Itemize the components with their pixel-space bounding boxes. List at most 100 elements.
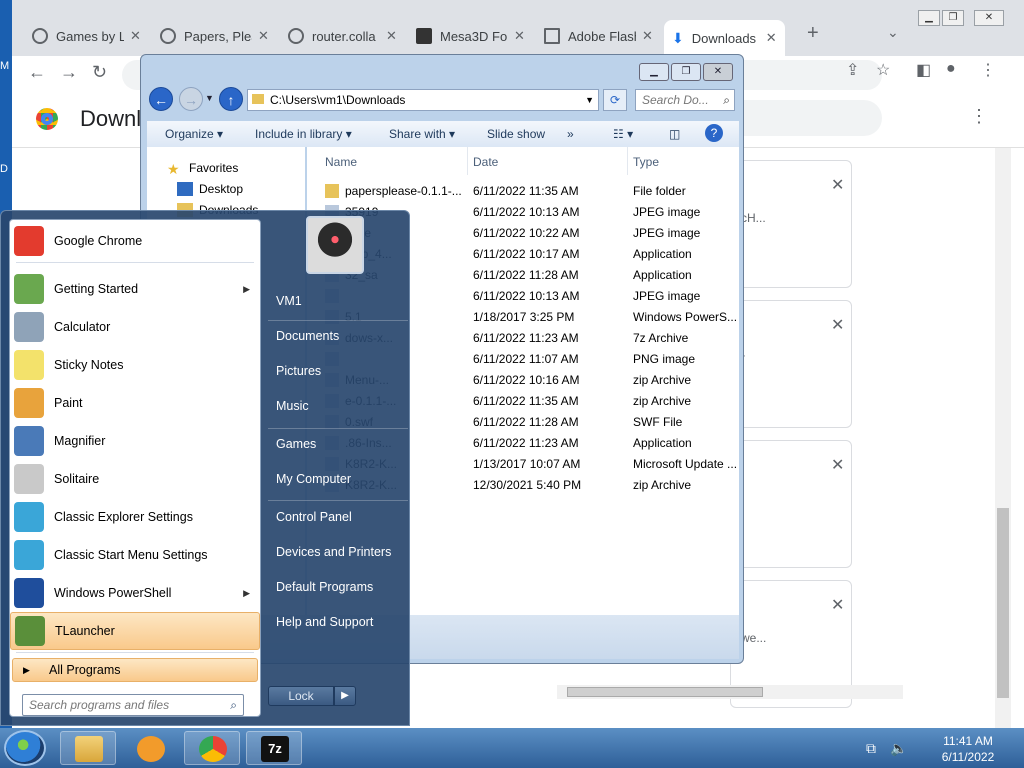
more-commands-button[interactable]: » xyxy=(567,127,574,141)
include-in-library-menu[interactable]: Include in library ▾ xyxy=(255,127,352,141)
forward-icon[interactable]: → xyxy=(60,62,78,83)
file-date: 6/11/2022 10:13 AM xyxy=(473,205,580,219)
slide-show-button[interactable]: Slide show xyxy=(487,127,545,141)
sticky-notes-icon xyxy=(14,350,44,380)
minimize-button[interactable]: ▁ xyxy=(639,63,669,81)
minimize-button[interactable]: ▁ xyxy=(918,10,940,26)
back-icon[interactable]: ← xyxy=(28,62,46,83)
start-right-item[interactable]: Devices and Printers xyxy=(276,545,391,559)
column-name[interactable]: Name xyxy=(325,155,357,169)
tab-search-chevron-icon[interactable]: ⌄ xyxy=(887,24,899,41)
close-icon[interactable]: ✕ xyxy=(766,30,777,46)
program-item[interactable]: TLauncher xyxy=(10,612,260,650)
column-date[interactable]: Date xyxy=(473,155,498,169)
close-icon[interactable]: ✕ xyxy=(514,28,525,44)
page-scrollbar[interactable] xyxy=(995,148,1011,728)
close-icon[interactable]: ✕ xyxy=(831,315,844,335)
tab-papers[interactable]: Papers, Plea ✕ xyxy=(152,20,277,52)
column-type[interactable]: Type xyxy=(633,155,659,169)
system-clock[interactable]: 11:41 AM 6/11/2022 xyxy=(930,733,1006,765)
side-panel-icon[interactable]: ◧ xyxy=(916,60,931,80)
reload-icon[interactable]: ↻ xyxy=(92,62,107,83)
search-input[interactable]: Search Do... ⌕ xyxy=(635,89,735,111)
recent-pages-chevron-icon[interactable]: ▼ xyxy=(205,93,214,103)
program-item[interactable]: Getting Started ▶ xyxy=(10,270,260,308)
close-window-button[interactable]: ✕ xyxy=(703,63,733,81)
downloads-menu-icon[interactable]: ⋮ xyxy=(970,106,988,127)
program-item[interactable]: Solitaire xyxy=(10,460,260,498)
menu-icon[interactable]: ⋮ xyxy=(980,60,996,80)
lock-button[interactable]: Lock xyxy=(268,686,334,706)
start-right-item[interactable]: Music xyxy=(276,399,309,413)
taskbar-explorer-button[interactable] xyxy=(60,731,116,765)
up-icon[interactable]: ↑ xyxy=(219,87,243,111)
tab-mesa3d[interactable]: Mesa3D Fo ✕ xyxy=(408,20,533,52)
search-programs-input[interactable]: Search programs and files ⌕ xyxy=(22,694,244,716)
preview-pane-icon[interactable]: ◫ xyxy=(669,127,680,141)
start-right-item[interactable]: Pictures xyxy=(276,364,321,378)
help-icon[interactable]: ? xyxy=(705,124,723,142)
file-date: 6/11/2022 10:17 AM xyxy=(473,247,580,261)
globe-icon xyxy=(160,28,176,44)
power-options-arrow-icon[interactable]: ▶ xyxy=(334,686,356,706)
scrollbar-thumb[interactable] xyxy=(997,508,1009,698)
taskbar-media-player-button[interactable] xyxy=(122,731,178,765)
organize-menu[interactable]: Organize ▾ xyxy=(165,127,223,141)
tab-downloads[interactable]: ⬇ Downloads ✕ xyxy=(664,20,785,56)
profile-icon[interactable]: ● xyxy=(946,60,956,78)
window-controls: ▁ ❐ ✕ xyxy=(637,63,733,81)
calculator-icon xyxy=(14,312,44,342)
start-menu: Google Chrome Getting Started ▶ Calculator S… xyxy=(0,210,410,726)
program-item[interactable]: Calculator xyxy=(10,308,260,346)
file-date: 6/11/2022 11:35 AM xyxy=(473,184,579,198)
close-icon[interactable]: ✕ xyxy=(831,175,844,195)
start-right-item[interactable]: Help and Support xyxy=(276,615,373,629)
back-icon[interactable]: ← xyxy=(149,87,173,111)
tab-router[interactable]: router.colla ✕ xyxy=(280,20,405,52)
chevron-down-icon[interactable]: ▼ xyxy=(585,90,594,110)
close-icon[interactable]: ✕ xyxy=(258,28,269,44)
program-item[interactable]: Sticky Notes xyxy=(10,346,260,384)
start-right-item[interactable]: Default Programs xyxy=(276,580,373,594)
start-right-item[interactable]: Games xyxy=(276,437,316,451)
refresh-icon[interactable]: ⟳ xyxy=(603,89,627,111)
nav-favorites[interactable]: ★ Favorites xyxy=(167,161,238,177)
share-with-menu[interactable]: Share with ▾ xyxy=(389,127,455,141)
share-icon[interactable]: ⇪ xyxy=(846,60,859,80)
close-icon[interactable]: ✕ xyxy=(831,595,844,615)
new-tab-button[interactable]: + xyxy=(807,22,819,45)
network-icon[interactable]: ⧉ xyxy=(866,740,876,757)
address-field[interactable]: C:\Users\vm1\Downloads ▼ xyxy=(247,89,599,111)
taskbar-chrome-button[interactable] xyxy=(184,731,240,765)
tab-adobe-flash[interactable]: Adobe Flash ✕ xyxy=(536,20,661,52)
tab-games[interactable]: Games by L ✕ xyxy=(24,20,149,52)
close-icon[interactable]: ✕ xyxy=(831,455,844,475)
maximize-button[interactable]: ❐ xyxy=(671,63,701,81)
start-right-item[interactable]: Documents xyxy=(276,329,339,343)
nav-desktop[interactable]: Desktop xyxy=(177,182,243,196)
taskbar-7zip-button[interactable]: 7z xyxy=(246,731,302,765)
program-item[interactable]: Magnifier xyxy=(10,422,260,460)
maximize-button[interactable]: ❐ xyxy=(942,10,964,26)
close-window-button[interactable]: ✕ xyxy=(974,10,1004,26)
close-icon[interactable]: ✕ xyxy=(642,28,653,44)
close-icon[interactable]: ✕ xyxy=(130,28,141,44)
program-item[interactable]: Classic Explorer Settings xyxy=(10,498,260,536)
start-right-item[interactable]: Control Panel xyxy=(276,510,352,524)
view-options-icon[interactable]: ☷ ▾ xyxy=(613,127,633,141)
program-item[interactable]: Paint xyxy=(10,384,260,422)
program-item[interactable]: Windows PowerShell ▶ xyxy=(10,574,260,612)
forward-icon[interactable]: → xyxy=(179,87,203,111)
all-programs-button[interactable]: ▶ All Programs xyxy=(12,658,258,682)
program-item[interactable]: Classic Start Menu Settings xyxy=(10,536,260,574)
horizontal-scrollbar[interactable] xyxy=(557,685,903,699)
start-button[interactable] xyxy=(4,730,46,766)
close-icon[interactable]: ✕ xyxy=(386,28,397,44)
volume-icon[interactable]: 🔈 xyxy=(890,740,907,757)
start-right-item[interactable]: My Computer xyxy=(276,472,351,486)
scrollbar-thumb[interactable] xyxy=(567,687,763,697)
program-item[interactable]: Google Chrome xyxy=(10,222,260,260)
start-right-item[interactable]: VM1 xyxy=(276,294,302,308)
bookmark-star-icon[interactable]: ☆ xyxy=(876,60,890,80)
table-row[interactable]: papersplease-0.1.1-... 6/11/2022 11:35 AM… xyxy=(307,181,739,202)
